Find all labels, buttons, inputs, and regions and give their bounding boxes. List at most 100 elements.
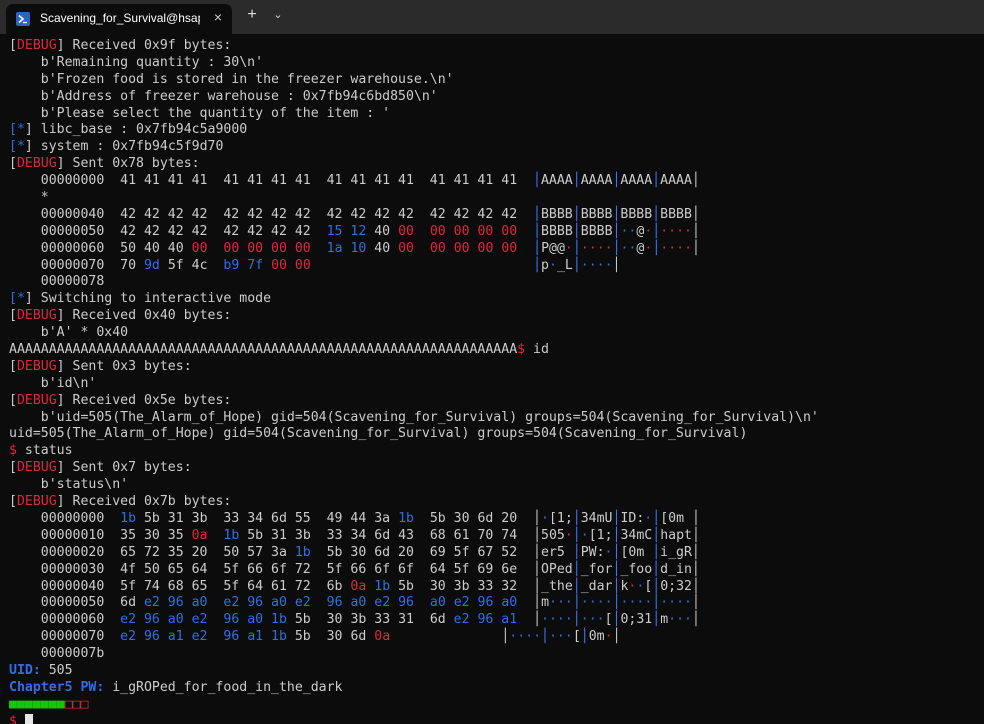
terminal-text: 96 a0 e2 96 xyxy=(326,595,414,611)
terminal-text: b'uid=505(The_Alarm_of_Hope) gid=504(Sca… xyxy=(9,409,819,425)
terminal-line: [*] system : 0x7fb94c5f9d70 xyxy=(9,139,981,156)
terminal-text: ···· xyxy=(660,240,693,256)
terminal-line: [DEBUG] Sent 0x3 bytes: xyxy=(9,359,981,376)
terminal-text: [ xyxy=(9,122,17,138)
terminal-text: 00 00 xyxy=(271,257,311,273)
terminal-line: $ status xyxy=(9,443,981,460)
terminal-text: [ xyxy=(9,308,17,324)
terminal-text: hapt xyxy=(660,527,692,543)
terminal-text: DEBUG xyxy=(16,392,57,408)
terminal-text: UID: xyxy=(9,662,41,678)
terminal-text: AAAA xyxy=(540,173,573,189)
terminal-text: ID: xyxy=(620,510,645,526)
terminal-text: 1b xyxy=(223,527,240,543)
terminal-text: AAAA xyxy=(620,173,653,189)
terminal-text: ···· xyxy=(580,595,613,611)
terminal-line: [DEBUG] Sent 0x78 bytes: xyxy=(9,156,981,173)
terminal-text: b9 7f xyxy=(223,257,264,273)
terminal-text: │ xyxy=(533,240,542,256)
terminal-text: 1b xyxy=(120,510,137,526)
terminal-line: 00000020 65 72 35 20 50 57 3a 1b 5b 30 6… xyxy=(9,545,981,562)
tab-title: Scavening_for_Survival@hsapo xyxy=(40,11,200,25)
terminal-text: [ xyxy=(9,156,17,172)
terminal-text: │ xyxy=(652,206,661,222)
terminal-text: │ xyxy=(652,510,661,526)
terminal-text: id xyxy=(525,342,549,358)
terminal-text: 0000007b xyxy=(9,646,105,662)
terminal-text: ··· xyxy=(549,595,573,611)
terminal-text: · xyxy=(580,527,589,543)
terminal-text: 0m xyxy=(588,629,605,645)
terminal-text: · xyxy=(564,527,573,543)
new-tab-button[interactable]: + xyxy=(243,6,261,24)
terminal-text: * xyxy=(16,291,25,307)
terminal-text: │ xyxy=(612,595,621,611)
terminal-text: │ xyxy=(612,240,621,256)
terminal-line: b'id\n' xyxy=(9,376,981,393)
terminal-text: ···· xyxy=(509,629,542,645)
terminal-line: 00000050 42 42 42 42 42 42 42 42 15 12 4… xyxy=(9,224,981,241)
terminal-text: │ xyxy=(533,223,542,239)
terminal-text: │ xyxy=(652,612,661,628)
terminal-line: 00000078 xyxy=(9,274,981,291)
terminal-tab[interactable]: Scavening_for_Survival@hsapo × xyxy=(6,4,232,34)
terminal-text: 00000050 42 42 42 42 42 42 42 42 xyxy=(9,223,327,239)
terminal-text: 5b 30 6d xyxy=(286,629,375,645)
terminal-line: 00000070 70 9d 5f 4c b9 7f 00 00 │p·_L│·… xyxy=(9,258,981,275)
terminal-text: │ xyxy=(572,578,581,594)
terminal-text: m xyxy=(541,595,550,611)
terminal-output[interactable]: [DEBUG] Received 0x9f bytes: b'Remaining… xyxy=(9,38,981,724)
terminal-text: b'Remaining quantity : 30\n' xyxy=(9,54,264,70)
terminal-text: 00 xyxy=(398,223,414,239)
terminal-text: · xyxy=(564,240,573,256)
terminal-text: b'id\n' xyxy=(9,375,97,391)
terminal-text: │ xyxy=(533,578,542,594)
terminal-text: 00000040 42 42 42 42 42 42 42 42 42 42 4… xyxy=(9,206,534,222)
terminal-text: 505 xyxy=(40,662,73,678)
terminal-line: [*] Switching to interactive mode xyxy=(9,291,981,308)
terminal-text: 00 00 00 00 xyxy=(429,240,518,256)
terminal-text: 00000070 xyxy=(9,629,121,645)
terminal-text: │ xyxy=(572,544,581,560)
terminal-text: ··· xyxy=(580,612,605,628)
terminal-line: 00000050 6d e2 96 a0 e2 96 a0 e2 96 a0 e… xyxy=(9,595,981,612)
terminal-text: │ xyxy=(691,173,700,189)
terminal-text: ···· xyxy=(660,223,692,239)
close-icon[interactable]: × xyxy=(210,9,226,25)
chevron-down-icon[interactable]: ⌄ xyxy=(270,8,286,21)
terminal-text: │ xyxy=(580,629,589,645)
terminal-line: [DEBUG] Received 0x7b bytes: xyxy=(9,494,981,511)
terminal-text: DEBUG xyxy=(16,358,57,374)
terminal-text: 00000078 xyxy=(9,274,105,290)
terminal-text: b'Address of freezer warehouse : 0x7fb94… xyxy=(9,88,438,104)
terminal-text: BBBB xyxy=(580,206,613,222)
terminal-line: b'Frozen food is stored in the freezer w… xyxy=(9,72,981,89)
terminal-text: 505 xyxy=(541,527,565,543)
terminal-text: │ xyxy=(533,612,542,628)
terminal-text: DEBUG xyxy=(16,156,57,172)
terminal-text: 0;31 xyxy=(620,612,653,628)
terminal-text: 5f 4c xyxy=(159,257,224,273)
terminal-text: $ xyxy=(517,342,526,358)
terminal-text: ] Switching to interactive mode xyxy=(24,291,272,307)
terminal-text: │ xyxy=(572,510,581,526)
terminal-line: Chapter5 PW: i_gROPed_for_food_in_the_da… xyxy=(9,680,981,697)
terminal-text: 0a xyxy=(374,629,391,645)
terminal-text: 00 xyxy=(398,240,414,256)
terminal-line: 0000007b xyxy=(9,646,981,663)
terminal-text: OPed xyxy=(540,561,573,577)
terminal-text: BBBB xyxy=(541,223,573,239)
terminal-text: 9d xyxy=(143,257,160,273)
terminal-text: er5 xyxy=(540,544,573,560)
terminal-text: │ xyxy=(691,527,700,543)
terminal-line: 00000000 1b 5b 31 3b 33 34 6d 55 49 44 3… xyxy=(9,511,981,528)
terminal-text: e2 96 a1 xyxy=(453,612,518,628)
terminal-text: * xyxy=(9,190,49,206)
